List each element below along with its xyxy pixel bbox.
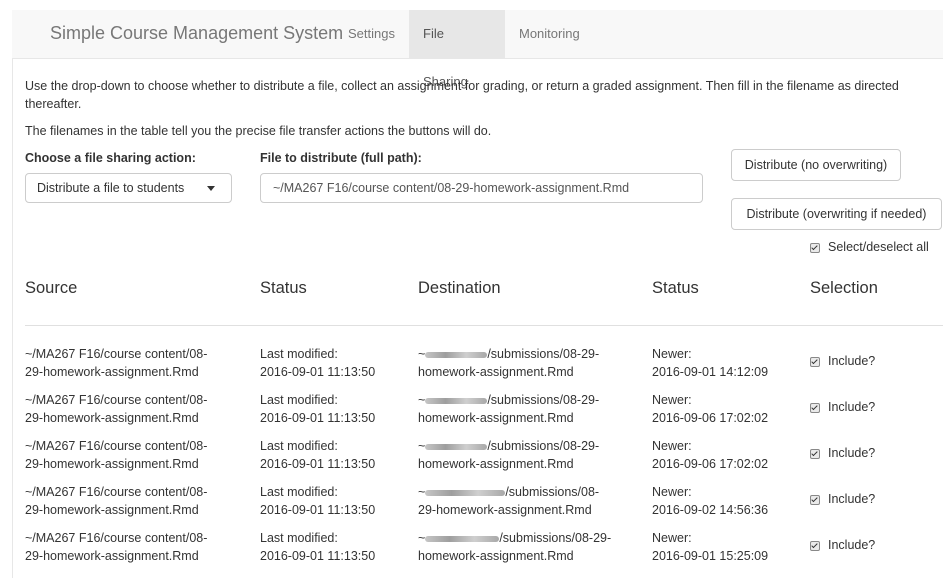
source-path: ~/MA267 F16/course content/08- [25, 485, 208, 499]
select-all-checkbox[interactable] [810, 242, 820, 253]
include-toggle[interactable]: Include? [810, 538, 875, 552]
tab-settings[interactable]: Settings [334, 10, 409, 58]
header-selection: Selection [810, 279, 878, 297]
status-label: Last modified: [260, 439, 338, 453]
dest-prefix: ~ [418, 439, 426, 453]
dest-path: 29-homework-assignment.Rmd [418, 503, 592, 517]
header-source: Source [25, 279, 78, 297]
dest-status-label: Newer: [652, 393, 692, 407]
status-time: 2016-09-01 11:13:50 [260, 365, 376, 379]
dest-status-time: 2016-09-06 17:02:02 [652, 411, 769, 425]
dest-status-label: Newer: [652, 531, 692, 545]
include-label: Include? [828, 354, 876, 368]
table-row: ~/MA267 F16/course content/08- 29-homewor… [0, 437, 943, 483]
include-toggle[interactable]: Include? [810, 354, 875, 368]
table-row: ~/MA267 F16/course content/08- 29-homewor… [0, 345, 943, 391]
source-path: ~/MA267 F16/course content/08- [25, 439, 208, 453]
dest-status-time: 2016-09-01 15:25:09 [652, 549, 769, 563]
select-all-label: Select/deselect all [828, 240, 929, 254]
select-all-toggle[interactable]: Select/deselect all [810, 240, 929, 254]
dest-status-label: Newer: [652, 485, 692, 499]
source-path: 29-homework-assignment.Rmd [25, 503, 199, 517]
source-path: ~/MA267 F16/course content/08- [25, 531, 208, 545]
dest-path: homework-assignment.Rmd [418, 549, 574, 563]
status-time: 2016-09-01 11:13:50 [260, 549, 376, 563]
source-path: ~/MA267 F16/course content/08- [25, 393, 208, 407]
source-path: 29-homework-assignment.Rmd [25, 411, 199, 425]
source-path: 29-homework-assignment.Rmd [25, 365, 199, 379]
include-checkbox[interactable] [810, 402, 820, 413]
include-checkbox[interactable] [810, 356, 820, 367]
table-row: ~/MA267 F16/course content/08- 29-homewor… [0, 529, 943, 575]
include-label: Include? [828, 400, 876, 414]
source-path: 29-homework-assignment.Rmd [25, 549, 199, 563]
distribute-overwrite-button[interactable]: Distribute (overwriting if needed) [731, 198, 942, 230]
redacted-username [425, 489, 506, 496]
action-select[interactable]: Distribute a file to students [25, 173, 232, 203]
dest-status-time: 2016-09-01 14:12:09 [652, 365, 769, 379]
include-toggle[interactable]: Include? [810, 446, 875, 460]
redacted-username [425, 535, 500, 542]
intro-text-3: The filenames in the table tell you the … [25, 124, 492, 138]
include-label: Include? [828, 446, 876, 460]
dest-status-label: Newer: [652, 347, 692, 361]
status-label: Last modified: [260, 531, 338, 545]
table-row: ~/MA267 F16/course content/08- 29-homewor… [0, 391, 943, 437]
action-select-value: Distribute a file to students [37, 181, 185, 195]
include-toggle[interactable]: Include? [810, 400, 875, 414]
dest-prefix: ~ [418, 347, 426, 361]
dest-path: homework-assignment.Rmd [418, 365, 574, 379]
dest-prefix: ~ [418, 531, 426, 545]
include-label: Include? [828, 538, 876, 552]
header-destination: Destination [418, 279, 501, 297]
dest-status-time: 2016-09-06 17:02:02 [652, 457, 769, 471]
app-title: Simple Course Management System [50, 23, 344, 43]
dest-prefix: ~ [418, 393, 426, 407]
include-checkbox[interactable] [810, 448, 820, 459]
include-checkbox[interactable] [810, 540, 820, 551]
dest-path: /submissions/08-29- [487, 393, 600, 407]
file-label: File to distribute (full path): [260, 151, 422, 165]
table-divider [25, 325, 943, 326]
include-label: Include? [828, 492, 876, 506]
dest-status-time: 2016-09-02 14:56:36 [652, 503, 769, 517]
status-time: 2016-09-01 11:13:50 [260, 457, 376, 471]
dest-prefix: ~ [418, 485, 426, 499]
dest-path: /submissions/08-29- [499, 531, 612, 545]
table-row: ~/MA267 F16/course content/08- 29-homewor… [0, 483, 943, 529]
distribute-no-overwrite-button[interactable]: Distribute (no overwriting) [731, 149, 901, 181]
action-label: Choose a file sharing action: [25, 151, 196, 165]
include-checkbox[interactable] [810, 494, 820, 505]
redacted-username [425, 443, 488, 450]
status-label: Last modified: [260, 347, 338, 361]
dest-path: homework-assignment.Rmd [418, 411, 574, 425]
status-label: Last modified: [260, 485, 338, 499]
dest-path: /submissions/08-29- [487, 347, 600, 361]
intro-text-2: thereafter. [25, 97, 82, 111]
status-label: Last modified: [260, 393, 338, 407]
file-path-input[interactable]: ~/MA267 F16/course content/08-29-homewor… [260, 173, 703, 203]
chevron-down-icon [207, 186, 215, 191]
dest-path: /submissions/08-29- [487, 439, 600, 453]
include-toggle[interactable]: Include? [810, 492, 875, 506]
header-destination-status: Status [652, 279, 699, 297]
tab-monitoring[interactable]: Monitoring [505, 10, 594, 58]
redacted-username [425, 397, 488, 404]
intro-text-1: Use the drop-down to choose whether to d… [25, 79, 899, 93]
status-time: 2016-09-01 11:13:50 [260, 503, 376, 517]
redacted-username [425, 351, 488, 358]
navbar: Simple Course Management System Settings… [12, 10, 943, 89]
dest-path: homework-assignment.Rmd [418, 457, 574, 471]
header-status: Status [260, 279, 307, 297]
dest-status-label: Newer: [652, 439, 692, 453]
source-path: ~/MA267 F16/course content/08- [25, 347, 208, 361]
dest-path: /submissions/08- [505, 485, 600, 499]
source-path: 29-homework-assignment.Rmd [25, 457, 199, 471]
status-time: 2016-09-01 11:13:50 [260, 411, 376, 425]
tab-file-sharing[interactable]: File Sharing [409, 10, 505, 89]
